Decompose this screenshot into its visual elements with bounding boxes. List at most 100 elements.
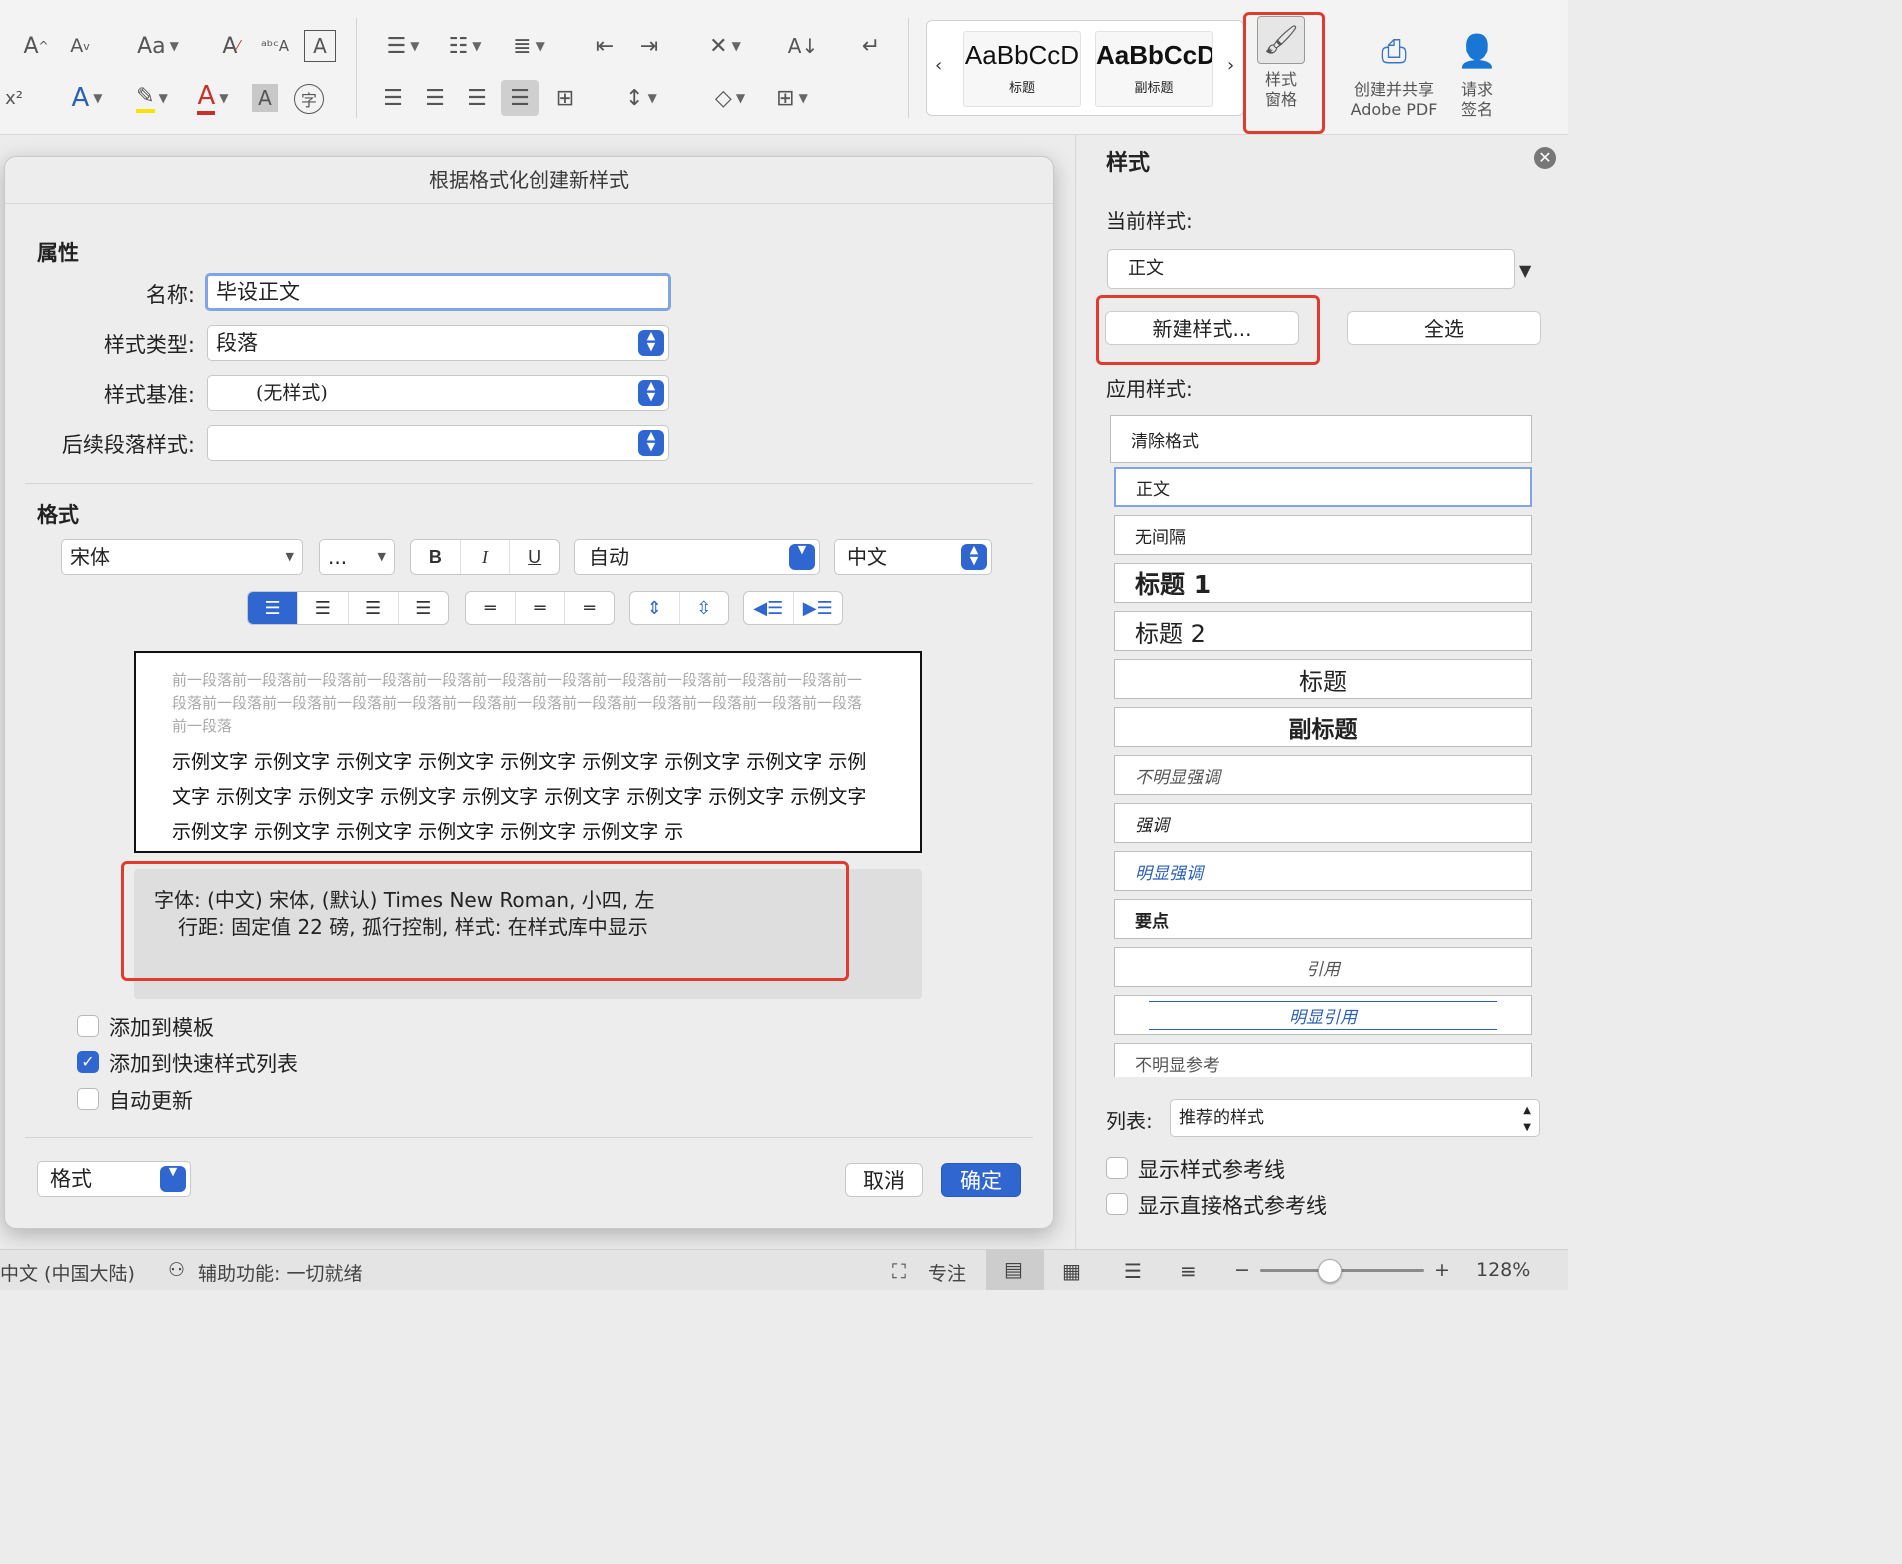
style-based-on-select[interactable]: (无样式) ▲ ▼ (207, 375, 669, 411)
list-item[interactable]: 清除格式 (1110, 415, 1532, 463)
line-spacing-icon[interactable]: ↕ ▼ (614, 82, 668, 114)
language-status[interactable]: 中文 (中国大陆) (0, 1259, 135, 1286)
outline-view-icon[interactable]: ☰ (1124, 1259, 1142, 1283)
list-item[interactable]: 强调 (1114, 803, 1532, 843)
gallery-prev-icon[interactable]: ‹ (935, 55, 942, 76)
select-stepper-icon: ▲ ▼ (638, 330, 664, 356)
align-center-icon[interactable]: ☰ (418, 82, 452, 114)
italic-icon[interactable]: I (461, 540, 511, 574)
select-all-button[interactable]: 全选 (1347, 311, 1541, 345)
double-spacing-icon[interactable]: ═ (565, 592, 614, 624)
character-shading-icon[interactable]: A (252, 84, 278, 112)
zoom-slider-thumb[interactable] (1317, 1259, 1342, 1283)
enclose-character-icon[interactable]: 字 (294, 84, 324, 114)
show-direct-format-checkbox[interactable] (1106, 1193, 1128, 1215)
list-item[interactable]: 正文 (1114, 467, 1532, 507)
font-color-select[interactable]: 自动 ▼ (574, 539, 820, 575)
underline-icon[interactable]: U (510, 540, 559, 574)
asian-layout-icon[interactable]: ✕ ▼ (698, 30, 752, 62)
gallery-style-subtitle[interactable]: AaBbCcD 副标题 (1095, 31, 1213, 107)
request-signature-button[interactable]: 👤 请求 签名 (1448, 28, 1506, 120)
auto-update-checkbox[interactable] (77, 1088, 99, 1110)
align-center-icon[interactable]: ☰ (298, 592, 349, 624)
list-item[interactable]: 标题 2 (1114, 611, 1532, 651)
language-select[interactable]: 中文 ▲ ▼ (834, 539, 992, 575)
sort-icon[interactable]: A↓ (786, 30, 820, 62)
decrease-indent-icon[interactable]: ◀☰ (744, 592, 794, 624)
chevron-down-icon[interactable]: ▼ (1519, 261, 1531, 280)
zoom-slider[interactable] (1260, 1259, 1424, 1283)
close-icon[interactable]: ✕ (1534, 147, 1556, 169)
add-to-template-checkbox[interactable] (77, 1015, 99, 1037)
list-item[interactable]: 明显引用 (1114, 995, 1532, 1035)
style-name-input[interactable]: 毕设正文 (205, 273, 671, 311)
print-layout-view-button[interactable]: ▤ (986, 1250, 1044, 1290)
add-to-quick-styles-checkbox[interactable]: ✓ (77, 1051, 99, 1073)
numbering-icon[interactable]: ☷ ▼ (438, 30, 492, 62)
ok-button[interactable]: 确定 (941, 1163, 1021, 1197)
add-to-quick-styles-label: 添加到快速样式列表 (109, 1052, 298, 1076)
justify-icon[interactable]: ☰ (399, 592, 448, 624)
font-color-icon[interactable]: A ▼ (188, 81, 238, 115)
chevron-down-icon: ▼ (160, 1166, 186, 1192)
character-border-icon[interactable]: A (304, 30, 336, 62)
gallery-caption: 标题 (1008, 81, 1035, 96)
zoom-out-icon[interactable]: − (1234, 1259, 1250, 1281)
multilevel-list-icon[interactable]: ≣ ▼ (502, 30, 556, 62)
list-item[interactable]: 明显强调 (1114, 851, 1532, 891)
increase-spacing-icon[interactable]: ⇕ (630, 592, 680, 624)
gallery-style-title[interactable]: AaBbCcD 标题 (963, 31, 1081, 107)
text-effect-icon[interactable]: A ▼ (62, 82, 112, 114)
show-style-guides-checkbox[interactable] (1106, 1157, 1128, 1179)
signature-icon: 👤 (1457, 32, 1497, 70)
align-left-icon[interactable]: ☰ (248, 592, 299, 624)
increase-indent-icon[interactable]: ▶☰ (794, 592, 843, 624)
list-item[interactable]: 无间隔 (1114, 515, 1532, 555)
web-layout-icon[interactable]: ▦ (1062, 1259, 1081, 1283)
draft-view-icon[interactable]: ≡ (1180, 1259, 1197, 1283)
list-filter-select[interactable]: 推荐的样式 ▲ ▼ (1170, 1099, 1540, 1137)
zoom-level[interactable]: 128% (1476, 1259, 1530, 1281)
format-menu-button[interactable]: 格式 ▼ (37, 1161, 191, 1197)
shading-icon[interactable]: ◇ ▼ (704, 82, 756, 114)
cancel-button[interactable]: 取消 (845, 1163, 923, 1197)
show-formatting-marks-icon[interactable]: ↵ (854, 30, 888, 62)
list-item[interactable]: 标题 1 (1114, 563, 1532, 603)
font-size-select[interactable]: ... ▼ (319, 539, 395, 575)
justify-icon[interactable]: ☰ (501, 80, 539, 116)
shrink-font-icon[interactable]: Av (64, 30, 96, 62)
single-spacing-icon[interactable]: ═ (466, 592, 516, 624)
text-effects-abc-icon[interactable]: ᵃᵇᶜA (258, 30, 292, 62)
focus-mode-button[interactable]: 专注 (928, 1259, 966, 1286)
align-left-icon[interactable]: ☰ (376, 82, 410, 114)
list-item[interactable]: 不明显参考 (1114, 1043, 1532, 1077)
superscript-icon[interactable]: x² (2, 82, 26, 114)
bold-icon[interactable]: B (411, 540, 461, 574)
align-right-icon[interactable]: ☰ (460, 82, 494, 114)
list-item[interactable]: 副标题 (1114, 707, 1532, 747)
increase-indent-icon[interactable]: ⇥ (632, 30, 666, 62)
change-case-icon[interactable]: Aa ▼ (128, 30, 188, 62)
style-type-select[interactable]: 段落 ▲ ▼ (207, 325, 669, 361)
gallery-next-icon[interactable]: › (1227, 55, 1234, 76)
zoom-in-icon[interactable]: + (1434, 1259, 1450, 1281)
list-item[interactable]: 引用 (1114, 947, 1532, 987)
distributed-icon[interactable]: ⊞ (548, 82, 582, 114)
bullets-icon[interactable]: ☰ ▼ (376, 30, 430, 62)
align-right-icon[interactable]: ☰ (349, 592, 399, 624)
clear-formatting-icon[interactable]: A ⁄ (214, 30, 248, 62)
current-style-field[interactable]: 正文 (1107, 249, 1515, 289)
list-item[interactable]: 要点 (1114, 899, 1532, 939)
font-select[interactable]: 宋体 ▼ (61, 539, 303, 575)
accessibility-status[interactable]: 辅助功能: 一切就绪 (198, 1259, 362, 1286)
decrease-indent-icon[interactable]: ⇤ (588, 30, 622, 62)
following-style-select[interactable]: ▲ ▼ (207, 425, 669, 461)
one-half-spacing-icon[interactable]: ═ (516, 592, 566, 624)
create-share-pdf-button[interactable]: ⎙ 创建并共享 Adobe PDF (1342, 28, 1446, 120)
list-item[interactable]: 标题 (1114, 659, 1532, 699)
decrease-spacing-icon[interactable]: ⇳ (680, 592, 729, 624)
highlight-icon[interactable]: ✎ ▼ (126, 82, 178, 114)
list-item[interactable]: 不明显强调 (1114, 755, 1532, 795)
borders-icon[interactable]: ⊞ ▼ (764, 82, 820, 114)
grow-font-icon[interactable]: A ^ (20, 30, 52, 62)
